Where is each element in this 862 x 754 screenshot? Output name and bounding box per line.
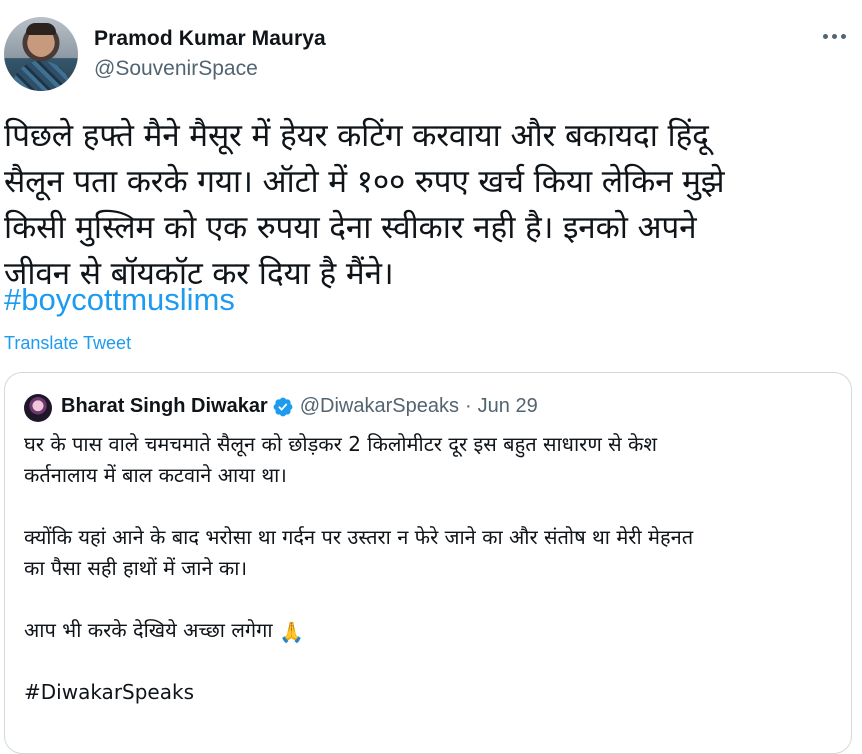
quoted-author-avatar[interactable]: [24, 394, 52, 422]
more-horizontal-icon: [822, 33, 828, 39]
quoted-paragraph-2: क्योंकि यहां आने के बाद भरोसा था गर्दन प…: [24, 525, 694, 580]
more-horizontal-icon: [840, 33, 846, 39]
quoted-tweet-card[interactable]: Bharat Singh Diwakar @DiwakarSpeaks · Ju…: [4, 372, 852, 754]
more-horizontal-icon: [831, 33, 837, 39]
author-display-name[interactable]: Pramod Kumar Maurya: [94, 27, 326, 51]
author-avatar[interactable]: [4, 17, 78, 91]
quoted-paragraph-1: घर के पास वाले चमचमाते सैलून को छोड़कर 2…: [24, 432, 657, 487]
separator-dot: ·: [464, 395, 472, 417]
quoted-tweet-date[interactable]: Jun 29: [478, 395, 538, 418]
quoted-hashtag[interactable]: #DiwakarSpeaks: [24, 677, 834, 708]
tweet-text: पिछले हफ्ते मैने मैसूर में हेयर कटिंग कर…: [4, 118, 725, 292]
quoted-tweet-body: घर के पास वाले चमचमाते सैलून को छोड़कर 2…: [24, 429, 834, 739]
translate-tweet-link[interactable]: Translate Tweet: [4, 333, 131, 354]
quoted-paragraph-3: आप भी करके देखिये अच्छा लगेगा 🙏: [24, 615, 834, 646]
folded-hands-emoji-icon: 🙏: [278, 620, 304, 644]
quoted-paragraph-3-text: आप भी करके देखिये अच्छा लगेगा: [24, 618, 273, 642]
quoted-author-handle[interactable]: @DiwakarSpeaks: [300, 395, 459, 418]
more-options-button[interactable]: [818, 24, 850, 48]
tweet: Pramod Kumar Maurya @SouvenirSpace पिछले…: [0, 0, 862, 754]
quoted-author-name[interactable]: Bharat Singh Diwakar: [61, 395, 268, 418]
quoted-tweet-header: Bharat Singh Diwakar @DiwakarSpeaks · Ju…: [61, 395, 538, 418]
avatar-body: [12, 61, 70, 91]
author-handle[interactable]: @SouvenirSpace: [94, 57, 258, 81]
hashtag-link[interactable]: #boycottmuslims: [4, 282, 235, 318]
avatar-hair: [26, 23, 56, 35]
verified-badge-icon: [273, 397, 293, 416]
